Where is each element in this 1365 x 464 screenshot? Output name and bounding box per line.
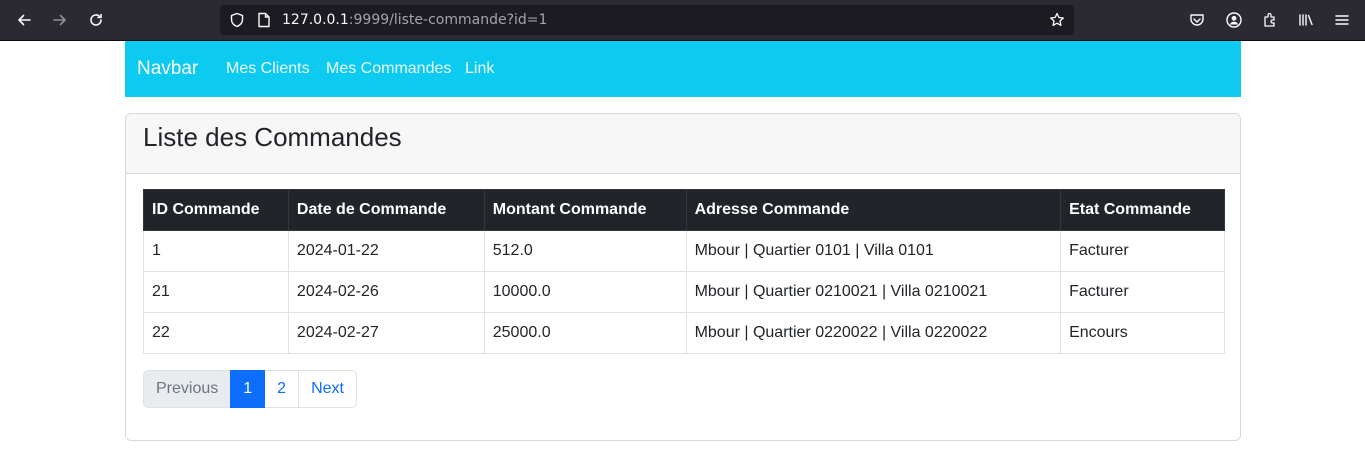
cell-id: 22: [143, 312, 289, 354]
orders-table: ID Commande Date de Commande Montant Com…: [143, 189, 1225, 354]
back-arrow-icon: [18, 14, 31, 26]
navbar-brand[interactable]: Navbar: [137, 41, 198, 97]
pocket-icon[interactable]: [1189, 12, 1205, 28]
url-text[interactable]: 127.0.0.1:9999/liste-commande?id=1: [282, 5, 547, 35]
bookmark-star-icon[interactable]: [1049, 12, 1065, 28]
back-button[interactable]: [11, 8, 37, 32]
extensions-icon[interactable]: [1262, 12, 1278, 28]
cell-status: Facturer: [1060, 230, 1225, 272]
navbar: Navbar Mes Clients Mes Commandes Link: [125, 41, 1241, 97]
shield-icon[interactable]: [229, 12, 245, 28]
cell-amount: 512.0: [483, 230, 687, 272]
url-path: :9999/liste-commande?id=1: [348, 12, 548, 28]
reload-button[interactable]: [83, 8, 109, 32]
pagination-previous[interactable]: Previous: [143, 370, 232, 408]
cell-status: Encours: [1060, 312, 1225, 354]
pagination-page-2[interactable]: 2: [264, 370, 300, 408]
column-header-amount: Montant Commande: [483, 189, 687, 231]
cell-id: 1: [143, 230, 289, 272]
cell-date: 2024-01-22: [287, 230, 485, 272]
nav-link-mes-commandes[interactable]: Mes Commandes: [326, 41, 451, 97]
nav-link-link[interactable]: Link: [465, 41, 494, 97]
forward-arrow-icon: [53, 14, 66, 26]
cell-amount: 10000.0: [483, 271, 687, 313]
page-title: Liste des Commandes: [143, 122, 402, 152]
pagination: Previous 1 2 Next: [143, 370, 357, 408]
table-header-row: ID Commande Date de Commande Montant Com…: [143, 189, 1225, 231]
column-header-address: Adresse Commande: [685, 189, 1062, 231]
address-bar[interactable]: 127.0.0.1:9999/liste-commande?id=1: [220, 5, 1074, 35]
pagination-next[interactable]: Next: [298, 370, 357, 408]
column-header-id: ID Commande: [143, 189, 289, 231]
pagination-page-1[interactable]: 1: [230, 370, 266, 408]
cell-id: 21: [143, 271, 289, 313]
cell-address: Mbour | Quartier 0220022 | Villa 0220022: [685, 312, 1062, 354]
browser-toolbar: 127.0.0.1:9999/liste-commande?id=1: [0, 0, 1365, 41]
cell-amount: 25000.0: [483, 312, 687, 354]
column-header-status: Etat Commande: [1060, 189, 1225, 231]
account-icon[interactable]: [1226, 12, 1242, 28]
cell-date: 2024-02-27: [287, 312, 485, 354]
nav-link-mes-clients[interactable]: Mes Clients: [226, 41, 310, 97]
table-row: 21 2024-02-26 10000.0 Mbour | Quartier 0…: [143, 271, 1225, 313]
url-host: 127.0.0.1: [282, 12, 349, 28]
table-row: 22 2024-02-27 25000.0 Mbour | Quartier 0…: [143, 312, 1225, 354]
table-row: 1 2024-01-22 512.0 Mbour | Quartier 0101…: [143, 230, 1225, 272]
cell-address: Mbour | Quartier 0101 | Villa 0101: [685, 230, 1062, 272]
forward-button[interactable]: [47, 8, 73, 32]
page-icon[interactable]: [257, 12, 271, 28]
cell-date: 2024-02-26: [287, 271, 485, 313]
card-header: Liste des Commandes: [126, 114, 1240, 174]
reload-icon: [90, 13, 102, 26]
column-header-date: Date de Commande: [287, 189, 485, 231]
menu-icon[interactable]: [1334, 12, 1350, 28]
orders-card: Liste des Commandes ID Commande Date de …: [125, 113, 1241, 441]
cell-status: Facturer: [1060, 271, 1225, 313]
library-icon[interactable]: [1298, 12, 1314, 28]
cell-address: Mbour | Quartier 0210021 | Villa 0210021: [685, 271, 1062, 313]
